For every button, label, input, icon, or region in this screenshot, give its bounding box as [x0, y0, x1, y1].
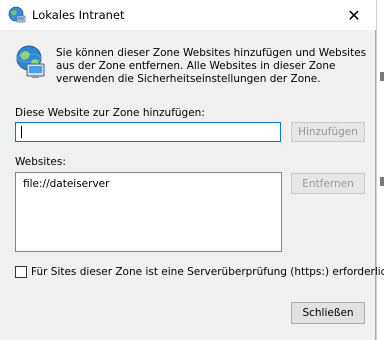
remove-button-label: Entfernen	[302, 177, 354, 190]
websites-label: Websites:	[15, 156, 66, 168]
close-icon: ✕	[347, 5, 361, 25]
background-window-edge	[376, 0, 384, 340]
background-window-glyph	[380, 177, 384, 186]
add-button-label: Hinzufügen	[298, 126, 358, 138]
add-button[interactable]: Hinzufügen	[291, 122, 365, 142]
intro-text: Sie können dieser Zone Websites hinzufüg…	[56, 47, 367, 85]
remove-button[interactable]: Entfernen	[291, 173, 365, 194]
text-caret	[21, 126, 22, 138]
close-button-label: Schließen	[302, 307, 354, 319]
globe-computer-icon	[16, 45, 45, 78]
background-window-glyph	[380, 72, 384, 81]
intranet-globe-icon	[8, 6, 26, 23]
https-check-label: Für Sites dieser Zone ist eine Serverübe…	[31, 266, 384, 278]
local-intranet-dialog: Lokales Intranet ✕ Sie können dieser Zon…	[0, 0, 384, 340]
close-button[interactable]: Schließen	[291, 302, 365, 324]
https-checkbox[interactable]	[15, 266, 27, 278]
add-site-label: Diese Website zur Zone hinzufügen:	[15, 107, 205, 119]
window-title: Lokales Intranet	[32, 8, 125, 22]
https-check-row[interactable]: Für Sites dieser Zone ist eine Serverübe…	[15, 266, 384, 278]
close-window-button[interactable]: ✕	[332, 0, 376, 30]
websites-list[interactable]: file://dateiserver	[15, 172, 282, 252]
title-bar: Lokales Intranet ✕	[0, 0, 376, 30]
add-site-input[interactable]	[15, 122, 281, 142]
list-item[interactable]: file://dateiserver	[23, 178, 109, 190]
